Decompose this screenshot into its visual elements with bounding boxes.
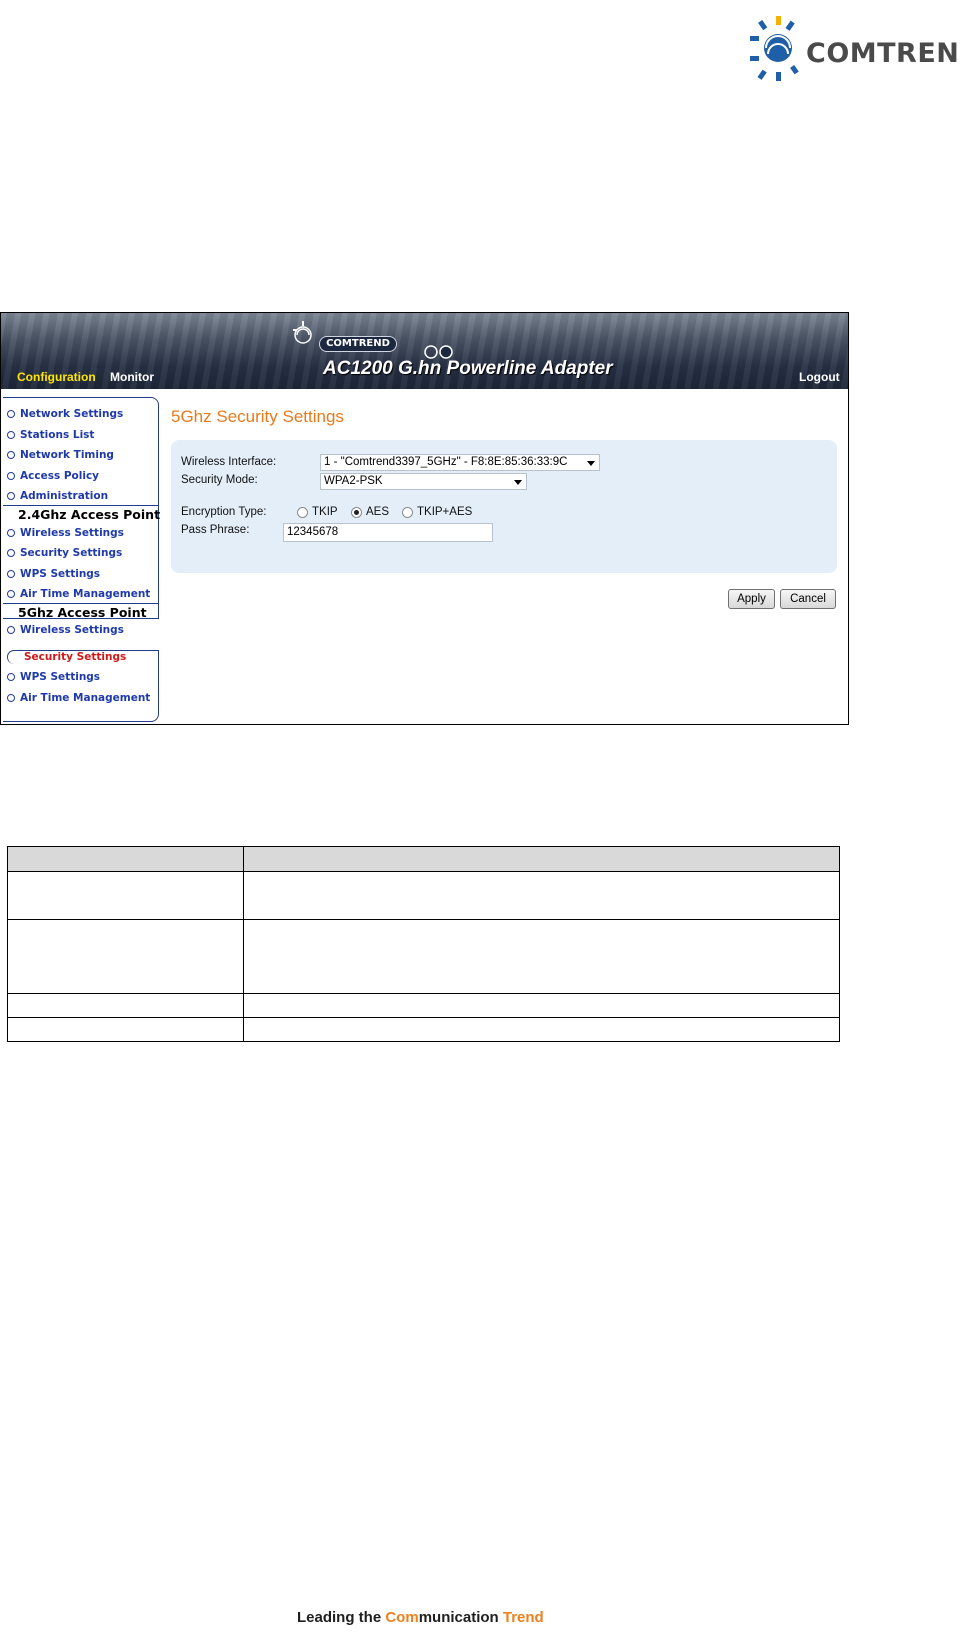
table-cell bbox=[243, 871, 840, 920]
page-title: 5Ghz Security Settings bbox=[171, 407, 344, 426]
circle-bullet-icon bbox=[7, 451, 15, 459]
table-cell bbox=[7, 871, 244, 920]
sidebar-item-label: WPS Settings bbox=[20, 671, 101, 683]
circle-bullet-icon bbox=[7, 570, 15, 578]
router-header: COMTREND AC1200 G.hn Powerline Adapter C… bbox=[1, 313, 848, 389]
footer-text: Leading the bbox=[297, 1609, 386, 1626]
table-cell bbox=[7, 919, 244, 994]
circle-bullet-icon bbox=[7, 590, 15, 598]
sunburst-icon bbox=[750, 16, 799, 81]
wireless-interface-select[interactable]: 1 - "Comtrend3397_5GHz" - F8:8E:85:36:33… bbox=[320, 454, 600, 471]
sidebar-item-label: Air Time Management bbox=[20, 588, 151, 600]
circle-bullet-icon bbox=[7, 529, 15, 537]
sidebar-item-administration[interactable]: Administration bbox=[7, 490, 108, 502]
router-ui-screenshot: COMTREND AC1200 G.hn Powerline Adapter C… bbox=[0, 312, 849, 725]
footer-text: munication bbox=[418, 1609, 503, 1626]
sidebar-item-label: Administration bbox=[20, 490, 109, 502]
sidebar-item-label: Wireless Settings bbox=[20, 527, 124, 539]
sidebar-item-label: Wireless Settings bbox=[20, 624, 124, 636]
sidebar-item-5-wireless-settings[interactable]: Wireless Settings bbox=[7, 624, 124, 636]
section-heading-5ghz: 5Ghz Access Point bbox=[18, 605, 147, 620]
circle-bullet-icon bbox=[7, 472, 15, 480]
security-mode-select[interactable]: WPA2-PSK bbox=[320, 473, 527, 490]
security-mode-value: WPA2-PSK bbox=[324, 475, 383, 487]
circle-bullet-icon bbox=[7, 626, 15, 634]
field-description-table bbox=[7, 846, 840, 1042]
table-cell bbox=[7, 993, 244, 1018]
table-cell bbox=[243, 993, 840, 1018]
product-title: AC1200 G.hn Powerline Adapter bbox=[323, 358, 613, 379]
sidebar-item-label: Access Policy bbox=[20, 470, 100, 482]
brand-name: COMTREND bbox=[806, 38, 960, 69]
radio-tkip-label: TKIP bbox=[312, 506, 338, 518]
circle-bullet-icon bbox=[7, 431, 15, 439]
circle-bullet-icon bbox=[7, 549, 15, 557]
table-header-cell bbox=[243, 846, 840, 872]
wireless-interface-value: 1 - "Comtrend3397_5GHz" - F8:8E:85:36:33… bbox=[324, 456, 568, 468]
sidebar-item-access-policy[interactable]: Access Policy bbox=[7, 470, 99, 482]
footer-slogan: Leading the Communication Trend bbox=[297, 1609, 544, 1626]
circle-bullet-icon bbox=[7, 492, 15, 500]
sidebar-item-5-air-time-management[interactable]: Air Time Management bbox=[7, 692, 150, 704]
circle-bullet-icon bbox=[7, 694, 15, 702]
sidebar-item-24-wireless-settings[interactable]: Wireless Settings bbox=[7, 527, 124, 539]
radio-tkip-aes-label: TKIP+AES bbox=[417, 506, 473, 518]
apply-button[interactable]: Apply bbox=[728, 589, 775, 609]
security-mode-label: Security Mode: bbox=[181, 474, 258, 486]
sidebar-item-label: Network Settings bbox=[20, 408, 124, 420]
cancel-button[interactable]: Cancel bbox=[780, 589, 836, 609]
sidebar-item-5-wps-settings[interactable]: WPS Settings bbox=[7, 671, 100, 683]
encryption-type-label: Encryption Type: bbox=[181, 506, 267, 518]
footer-accent-text: Com bbox=[385, 1609, 419, 1626]
sidebar-item-network-timing[interactable]: Network Timing bbox=[7, 449, 114, 461]
radio-aes-label: AES bbox=[366, 506, 390, 518]
circle-bullet-icon bbox=[7, 673, 15, 681]
section-heading-24ghz: 2.4Ghz Access Point bbox=[18, 507, 161, 522]
pass-phrase-input[interactable]: 12345678 bbox=[283, 523, 493, 542]
sidebar-item-24-security-settings[interactable]: Security Settings bbox=[7, 547, 122, 559]
sidebar-divider bbox=[3, 505, 159, 506]
footer-accent-text: Trend bbox=[502, 1609, 544, 1626]
sidebar-item-label: Network Timing bbox=[20, 449, 114, 461]
comtrend-logo: COMTREND bbox=[748, 14, 960, 84]
sidebar-item-label: WPS Settings bbox=[20, 568, 101, 580]
sidebar-item-label: Security Settings bbox=[20, 547, 123, 559]
sidebar-item-5-security-settings-active[interactable]: Security Settings bbox=[24, 651, 126, 663]
radio-tkip[interactable] bbox=[297, 507, 308, 518]
wireless-interface-label: Wireless Interface: bbox=[181, 456, 277, 468]
pass-phrase-label: Pass Phrase: bbox=[181, 524, 250, 536]
table-header-row bbox=[7, 846, 840, 872]
sidebar-item-label: Stations List bbox=[20, 429, 95, 441]
sidebar-item-24-wps-settings[interactable]: WPS Settings bbox=[7, 568, 100, 580]
table-row bbox=[7, 871, 840, 920]
settings-panel: Wireless Interface: 1 - "Comtrend3397_5G… bbox=[171, 440, 837, 573]
circle-bullet-icon bbox=[7, 410, 15, 418]
sidebar-item-stations-list[interactable]: Stations List bbox=[7, 429, 94, 441]
table-cell bbox=[243, 919, 840, 994]
table-cell bbox=[243, 1017, 840, 1042]
radio-tkip-aes[interactable] bbox=[402, 507, 413, 518]
table-row bbox=[7, 1017, 840, 1042]
sidebar-divider bbox=[3, 603, 159, 604]
table-row bbox=[7, 919, 840, 994]
table-header-cell bbox=[7, 846, 244, 872]
table-cell bbox=[7, 1017, 244, 1042]
dropdown-arrow-icon bbox=[514, 480, 522, 485]
nav-logout[interactable]: Logout bbox=[799, 370, 840, 384]
sidebar-item-network-settings[interactable]: Network Settings bbox=[7, 408, 123, 420]
router-logo-text: COMTREND bbox=[319, 336, 397, 352]
dropdown-arrow-icon bbox=[587, 461, 595, 466]
nav-monitor[interactable]: Monitor bbox=[110, 370, 154, 384]
table-row bbox=[7, 993, 840, 1018]
nav-configuration[interactable]: Configuration bbox=[17, 370, 96, 384]
radio-aes[interactable] bbox=[351, 507, 362, 518]
sidebar-item-24-air-time-management[interactable]: Air Time Management bbox=[7, 588, 150, 600]
sidebar: Network Settings Stations List Network T… bbox=[1, 397, 161, 722]
sidebar-item-label: Air Time Management bbox=[20, 692, 151, 704]
